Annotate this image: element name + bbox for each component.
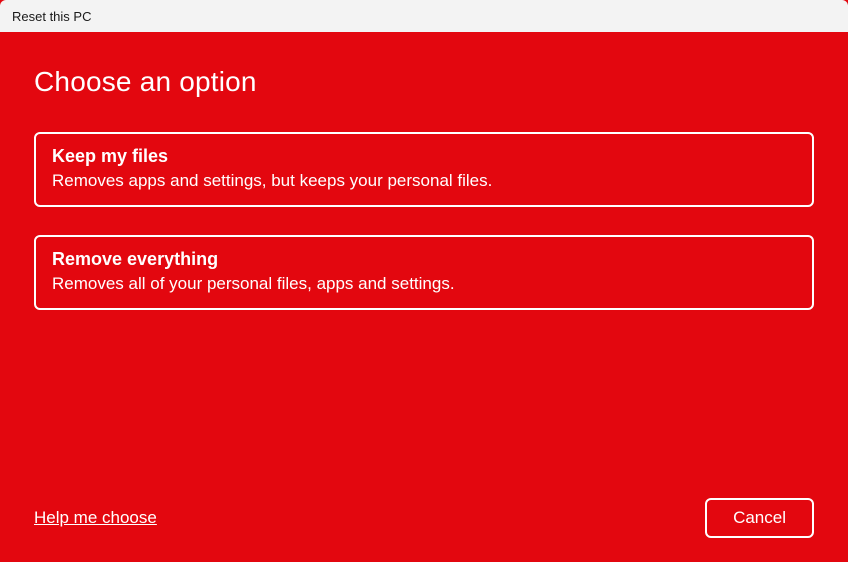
cancel-button[interactable]: Cancel [705,498,814,538]
window-title: Reset this PC [12,9,91,24]
content-area: Choose an option Keep my files Removes a… [0,32,848,562]
option-title: Keep my files [52,146,796,167]
page-title: Choose an option [34,66,814,98]
option-description: Removes apps and settings, but keeps you… [52,171,796,191]
option-description: Removes all of your personal files, apps… [52,274,796,294]
option-keep-my-files[interactable]: Keep my files Removes apps and settings,… [34,132,814,207]
help-me-choose-link[interactable]: Help me choose [34,508,157,528]
option-remove-everything[interactable]: Remove everything Removes all of your pe… [34,235,814,310]
footer: Help me choose Cancel [34,498,814,538]
option-title: Remove everything [52,249,796,270]
titlebar: Reset this PC [0,0,848,32]
